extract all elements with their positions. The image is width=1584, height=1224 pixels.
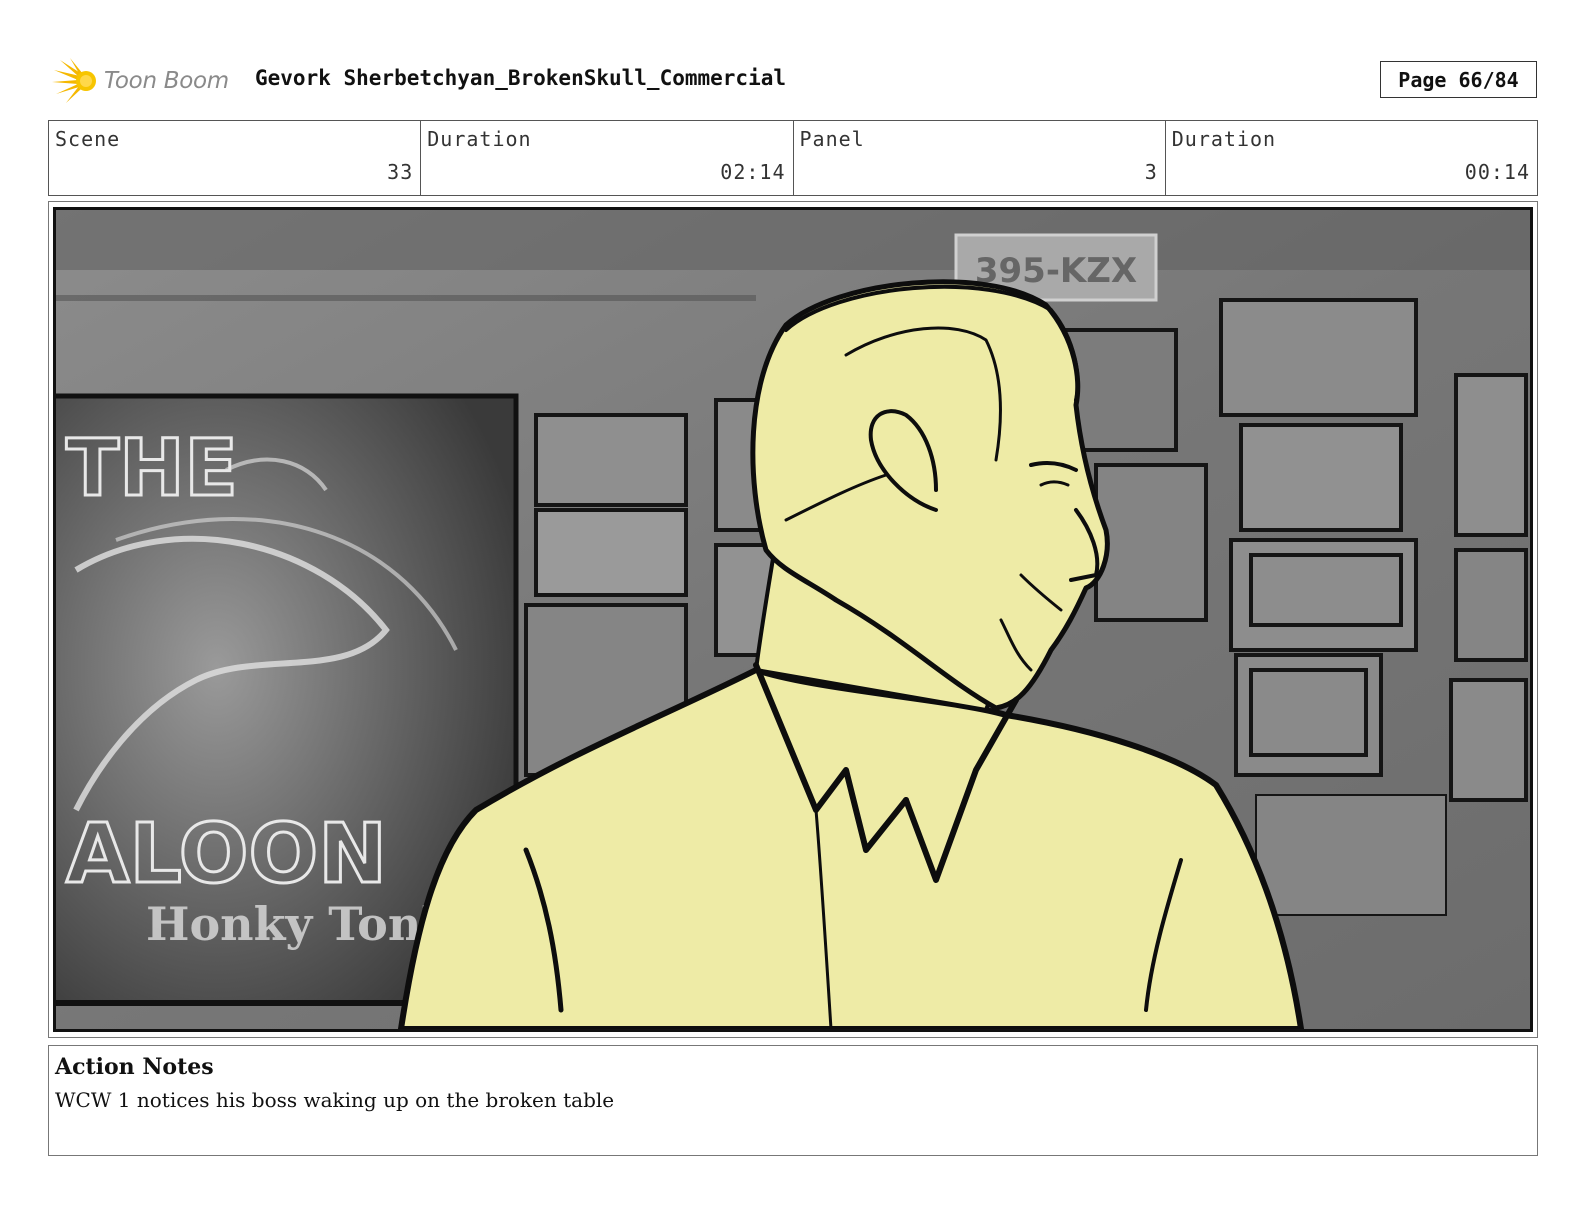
starburst-logo-icon bbox=[52, 58, 96, 103]
scene-label: Scene bbox=[55, 127, 121, 151]
panel-duration-label: Duration bbox=[1171, 127, 1277, 151]
action-notes-title: Action Notes bbox=[55, 1054, 214, 1080]
panel-duration-cell: Duration 00:14 bbox=[1164, 121, 1537, 195]
panel-cell: Panel 3 bbox=[792, 121, 1165, 195]
document-title: Gevork Sherbetchyan_BrokenSkull_Commerci… bbox=[255, 66, 787, 90]
action-notes-box: Action Notes WCW 1 notices his boss waki… bbox=[48, 1045, 1538, 1156]
scene-duration-cell: Duration 02:14 bbox=[420, 121, 792, 195]
scene-info-table: Scene 33 Duration 02:14 Panel 3 Duration… bbox=[48, 120, 1538, 196]
scene-duration-label: Duration bbox=[427, 127, 532, 151]
panel-frame: THE ALOON Honky Tonk 395-KZX bbox=[53, 207, 1533, 1032]
neon-sign-text-bottom: ALOON bbox=[66, 807, 387, 902]
logo-text: Toon Boom bbox=[104, 68, 229, 94]
scene-cell: Scene 33 bbox=[49, 121, 420, 195]
action-notes-text: WCW 1 notices his boss waking up on the … bbox=[55, 1088, 615, 1112]
panel-illustration: THE ALOON Honky Tonk 395-KZX bbox=[56, 210, 1530, 1029]
scene-duration-value: 02:14 bbox=[720, 160, 786, 184]
neon-sign-tagline: Honky Tonk bbox=[146, 897, 454, 951]
storyboard-panel: THE ALOON Honky Tonk 395-KZX bbox=[48, 201, 1538, 1038]
scene-value: 33 bbox=[387, 160, 414, 184]
neon-sign-text-top: THE bbox=[66, 424, 238, 514]
page-number: Page 66/84 bbox=[1380, 61, 1537, 98]
panel-duration-value: 00:14 bbox=[1464, 160, 1530, 184]
panel-label: Panel bbox=[799, 127, 865, 151]
panel-value: 3 bbox=[1144, 160, 1158, 184]
toon-boom-logo: Toon Boom bbox=[52, 56, 242, 106]
